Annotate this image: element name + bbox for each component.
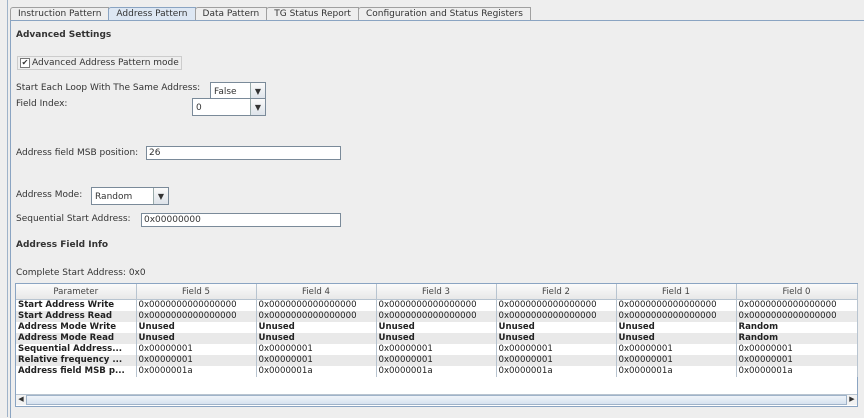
scroll-left-icon[interactable]: ◀ xyxy=(16,395,26,405)
field-cell[interactable]: 0x0000000000000000 xyxy=(736,311,858,322)
address-mode-label: Address Mode: xyxy=(16,190,83,200)
field-cell[interactable]: 0x0000001a xyxy=(496,366,617,377)
table-row[interactable]: Address Mode Read Unused Unused Unused Unuse… xyxy=(16,333,858,344)
table-row[interactable]: Address field MSB p... 0x0000001a 0x000000… xyxy=(16,366,858,377)
field-cell[interactable]: 0x00000001 xyxy=(256,344,377,355)
field-cell[interactable]: 0x0000000000000000 xyxy=(256,311,377,322)
address-mode-value: Random xyxy=(95,192,133,202)
checkmark-icon: ✔ xyxy=(20,58,30,68)
field-cell[interactable]: 0x00000001 xyxy=(136,355,257,366)
field-cell[interactable]: 0x0000000000000000 xyxy=(136,311,257,322)
field-cell[interactable]: 0x00000001 xyxy=(256,355,377,366)
address-field-table-scrollpane: Parameter Field 5 Field 4 Field 3 Field 2 Fie… xyxy=(15,283,858,407)
seq-start-input[interactable]: 0x00000000 xyxy=(141,213,341,227)
field-cell[interactable]: 0x0000001a xyxy=(256,366,377,377)
chevron-down-icon: ▼ xyxy=(250,83,265,99)
chevron-down-icon: ▼ xyxy=(153,188,168,204)
field-cell[interactable]: 0x00000001 xyxy=(376,344,497,355)
table-row[interactable]: Address Mode Write Unused Unused Unused Unus… xyxy=(16,322,858,333)
column-header[interactable]: Field 1 xyxy=(616,284,737,300)
same-address-label: Start Each Loop With The Same Address: xyxy=(16,83,201,93)
chevron-down-icon: ▼ xyxy=(250,99,265,115)
advanced-mode-checkbox[interactable]: ✔ Advanced Address Pattern mode xyxy=(17,56,182,70)
scrollbar-thumb[interactable] xyxy=(26,395,847,405)
field-cell[interactable]: Unused xyxy=(256,333,377,344)
field-cell[interactable]: 0x0000001a xyxy=(616,366,737,377)
field-cell[interactable]: 0x0000000000000000 xyxy=(136,299,257,311)
field-cell[interactable]: 0x00000001 xyxy=(616,344,737,355)
field-cell[interactable]: 0x00000001 xyxy=(496,344,617,355)
field-cell[interactable]: Unused xyxy=(376,322,497,333)
field-index-label: Field Index: xyxy=(16,99,68,109)
field-cell[interactable]: Unused xyxy=(496,333,617,344)
field-cell[interactable]: 0x0000000000000000 xyxy=(616,311,737,322)
advanced-settings-heading: Advanced Settings xyxy=(16,30,112,40)
window-border xyxy=(7,0,8,417)
scroll-right-icon[interactable]: ▶ xyxy=(847,395,857,405)
horizontal-scrollbar[interactable]: ◀ ▶ xyxy=(16,394,857,405)
field-cell[interactable]: 0x0000000000000000 xyxy=(736,299,858,311)
address-field-info-heading: Address Field Info xyxy=(16,240,109,250)
column-header[interactable]: Field 5 xyxy=(136,284,257,300)
field-cell[interactable]: 0x0000000000000000 xyxy=(496,299,617,311)
parameter-cell[interactable]: Start Address Write xyxy=(16,299,137,311)
parameter-cell[interactable]: Sequential Address... xyxy=(16,344,137,355)
field-cell[interactable]: 0x00000001 xyxy=(616,355,737,366)
column-header[interactable]: Field 4 xyxy=(256,284,377,300)
field-cell[interactable]: 0x0000000000000000 xyxy=(256,299,377,311)
field-cell[interactable]: 0x00000001 xyxy=(496,355,617,366)
tab-tg-status-report[interactable]: TG Status Report xyxy=(266,7,359,20)
field-cell[interactable]: Random xyxy=(736,322,858,333)
column-header[interactable]: Parameter xyxy=(16,284,137,300)
field-cell[interactable]: 0x00000001 xyxy=(136,344,257,355)
field-cell[interactable]: Random xyxy=(736,333,858,344)
table-row[interactable]: Start Address Write 0x0000000000000000 0x0… xyxy=(16,299,858,311)
field-cell[interactable]: 0x0000001a xyxy=(376,366,497,377)
field-cell[interactable]: 0x0000000000000000 xyxy=(496,311,617,322)
field-cell[interactable]: 0x0000000000000000 xyxy=(376,311,497,322)
parameter-cell[interactable]: Address Mode Write xyxy=(16,322,137,333)
field-cell[interactable]: 0x0000000000000000 xyxy=(376,299,497,311)
column-header[interactable]: Field 2 xyxy=(496,284,617,300)
field-cell[interactable]: Unused xyxy=(136,333,257,344)
field-cell[interactable]: Unused xyxy=(256,322,377,333)
seq-start-label: Sequential Start Address: xyxy=(16,214,131,224)
table-row[interactable]: Relative frequency ... 0x00000001 0x000000… xyxy=(16,355,858,366)
complete-start-address: Complete Start Address: 0x0 xyxy=(16,268,146,278)
table-row[interactable]: Start Address Read 0x0000000000000000 0x00… xyxy=(16,311,858,322)
tab-address-pattern[interactable]: Address Pattern xyxy=(108,7,196,20)
field-index-combo[interactable]: 0 ▼ xyxy=(192,98,266,116)
field-cell[interactable]: 0x0000001a xyxy=(136,366,257,377)
field-cell[interactable]: 0x0000000000000000 xyxy=(616,299,737,311)
table-row[interactable]: Sequential Address... 0x00000001 0x0000000… xyxy=(16,344,858,355)
tab-instruction-pattern[interactable]: Instruction Pattern xyxy=(10,7,110,20)
field-cell[interactable]: Unused xyxy=(136,322,257,333)
same-address-value: False xyxy=(214,87,237,97)
address-mode-combo[interactable]: Random ▼ xyxy=(91,187,169,205)
tab-data-pattern[interactable]: Data Pattern xyxy=(194,7,268,20)
msb-position-input[interactable]: 26 xyxy=(146,146,341,160)
field-cell[interactable]: 0x00000001 xyxy=(736,355,858,366)
msb-label: Address field MSB position: xyxy=(16,148,139,158)
field-cell[interactable]: 0x00000001 xyxy=(376,355,497,366)
column-header[interactable]: Field 3 xyxy=(376,284,497,300)
parameter-cell[interactable]: Address field MSB p... xyxy=(16,366,137,377)
field-cell[interactable]: Unused xyxy=(376,333,497,344)
tab-bar: Instruction Pattern Address Pattern Data… xyxy=(10,7,531,20)
parameter-cell[interactable]: Start Address Read xyxy=(16,311,137,322)
field-cell[interactable]: 0x0000001a xyxy=(736,366,858,377)
address-field-table: Parameter Field 5 Field 4 Field 3 Field 2 Fie… xyxy=(16,284,858,377)
field-cell[interactable]: 0x00000001 xyxy=(736,344,858,355)
parameter-cell[interactable]: Relative frequency ... xyxy=(16,355,137,366)
field-cell[interactable]: Unused xyxy=(496,322,617,333)
checkbox-label: Advanced Address Pattern mode xyxy=(32,58,179,68)
parameter-cell[interactable]: Address Mode Read xyxy=(16,333,137,344)
field-cell[interactable]: Unused xyxy=(616,322,737,333)
field-cell[interactable]: Unused xyxy=(616,333,737,344)
column-header[interactable]: Field 0 xyxy=(736,284,858,300)
field-index-value: 0 xyxy=(196,103,202,113)
tab-configuration-status-registers[interactable]: Configuration and Status Registers xyxy=(357,7,531,20)
